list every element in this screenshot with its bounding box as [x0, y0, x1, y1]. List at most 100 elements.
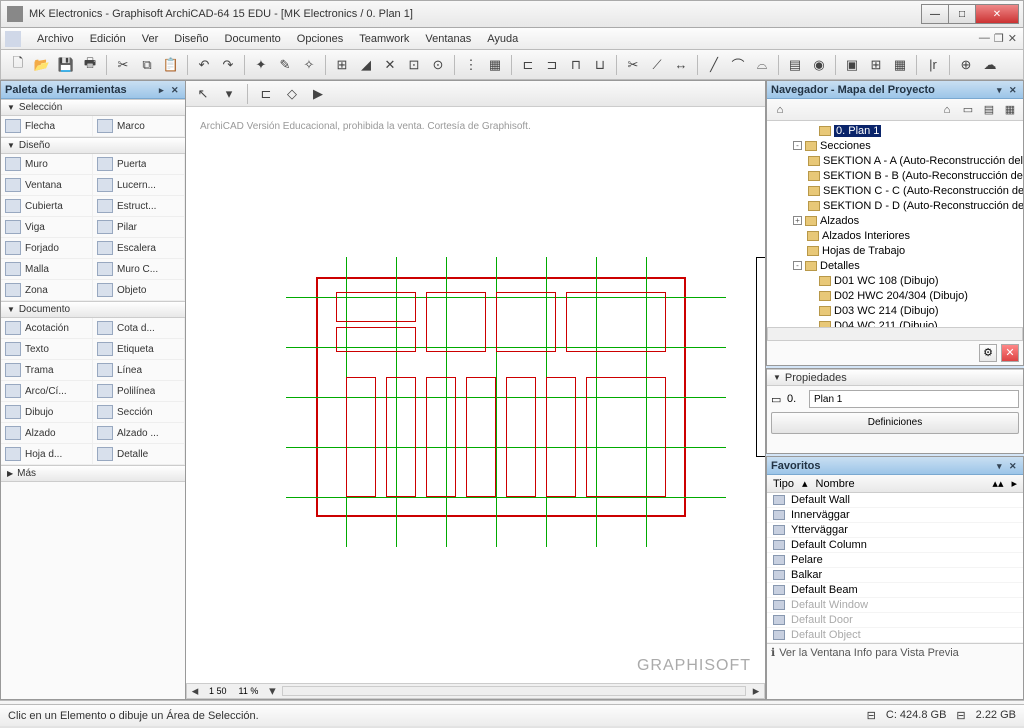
tool-text[interactable]: Texto	[1, 339, 93, 360]
favorites-list[interactable]: Default WallInnerväggarYtterväggarDefaul…	[767, 493, 1023, 643]
tool-object[interactable]: Objeto	[93, 280, 185, 301]
undo-icon[interactable]: ↶	[193, 54, 215, 76]
snap1-icon[interactable]: ⊞	[331, 54, 353, 76]
view1-icon[interactable]: ▣	[841, 54, 863, 76]
layer-icon[interactable]: ▤	[784, 54, 806, 76]
tool-door[interactable]: Puerta	[93, 154, 185, 175]
snap5-icon[interactable]: ⊙	[427, 54, 449, 76]
tree-expand-icon[interactable]: -	[793, 141, 802, 150]
navigator-tree[interactable]: 0. Plan 1-SeccionesSEKTION A - A (Auto-R…	[767, 121, 1023, 327]
tree-item[interactable]: 0. Plan 1	[769, 123, 1021, 138]
fav-close-icon[interactable]: ✕	[1009, 461, 1019, 471]
menu-archivo[interactable]: Archivo	[29, 33, 82, 45]
favorite-item[interactable]: Default Wall	[767, 493, 1023, 508]
menu-documento[interactable]: Documento	[217, 33, 289, 45]
tool-roof[interactable]: Cubierta	[1, 196, 93, 217]
tree-item[interactable]: SEKTION B - B (Auto-Reconstrucción del	[769, 168, 1021, 183]
tool-detail[interactable]: Detalle	[93, 444, 185, 465]
favorite-item[interactable]: Balkar	[767, 568, 1023, 583]
minimize-button[interactable]: —	[921, 4, 949, 24]
menu-opciones[interactable]: Opciones	[289, 33, 351, 45]
tree-expand-icon[interactable]: +	[793, 216, 802, 225]
tool-label[interactable]: Etiqueta	[93, 339, 185, 360]
trim-icon[interactable]: ✂	[622, 54, 644, 76]
menu-diseno[interactable]: Diseño	[166, 33, 216, 45]
nav-opts-icon[interactable]: ▾	[997, 85, 1007, 95]
fav-col-tipo[interactable]: Tipo	[773, 478, 794, 490]
tree-item[interactable]: D01 WC 108 (Dibujo)	[769, 273, 1021, 288]
ct-poly-icon[interactable]: ◇	[281, 83, 303, 105]
tool-drawing[interactable]: Dibujo	[1, 402, 93, 423]
tool-elevation[interactable]: Alzado	[1, 423, 93, 444]
measure-icon[interactable]: |r	[922, 54, 944, 76]
favorite-item[interactable]: Default Object	[767, 628, 1023, 643]
toolbox-section-documento[interactable]: ▼Documento	[1, 301, 185, 318]
menu-teamwork[interactable]: Teamwork	[351, 33, 417, 45]
render-icon[interactable]: ◉	[808, 54, 830, 76]
tree-item[interactable]: SEKTION C - C (Auto-Reconstrucción del	[769, 183, 1021, 198]
favorite-item[interactable]: Default Column	[767, 538, 1023, 553]
redo-icon[interactable]: ↷	[217, 54, 239, 76]
menu-ver[interactable]: Ver	[134, 33, 167, 45]
save-icon[interactable]: 💾	[55, 54, 77, 76]
view2-icon[interactable]: ⊞	[865, 54, 887, 76]
ruler-icon[interactable]: ▦	[484, 54, 506, 76]
print-icon[interactable]: 🖶	[79, 54, 101, 76]
tool-stair[interactable]: Escalera	[93, 238, 185, 259]
favorite-item[interactable]: Default Door	[767, 613, 1023, 628]
tree-item[interactable]: D04 WC 211 (Dibujo)	[769, 318, 1021, 327]
tool-worksheet[interactable]: Hoja d...	[1, 444, 93, 465]
adjust-icon[interactable]: ↔	[670, 54, 692, 76]
snap2-icon[interactable]: ◢	[355, 54, 377, 76]
nav-tab2-icon[interactable]: ▭	[959, 101, 977, 119]
nav-tab3-icon[interactable]: ▤	[980, 101, 998, 119]
paste-icon[interactable]: 📋	[160, 54, 182, 76]
props-name-input[interactable]	[809, 390, 1019, 408]
tool-arrow[interactable]: Flecha	[1, 116, 93, 137]
close-button[interactable]: ✕	[975, 4, 1019, 24]
menu-edicion[interactable]: Edición	[82, 33, 134, 45]
nav-settings-icon[interactable]: ⚙	[979, 344, 997, 362]
favorite-item[interactable]: Pelare	[767, 553, 1023, 568]
toolbox-close-icon[interactable]: ✕	[171, 85, 181, 95]
tool-level[interactable]: Cota d...	[93, 318, 185, 339]
nav-tab4-icon[interactable]: ▦	[1001, 101, 1019, 119]
doc-restore-icon[interactable]: ❐	[994, 32, 1004, 45]
favorite-item[interactable]: Default Window	[767, 598, 1023, 613]
align4-icon[interactable]: ⊔	[589, 54, 611, 76]
menu-ventanas[interactable]: Ventanas	[417, 33, 479, 45]
tool-dim[interactable]: Acotación	[1, 318, 93, 339]
nav-tab1-icon[interactable]: ⌂	[938, 101, 956, 119]
fav-col-nombre[interactable]: Nombre	[816, 478, 855, 490]
scroll-right-icon[interactable]: ▸	[748, 684, 764, 698]
definitions-button[interactable]: Definiciones	[771, 412, 1019, 434]
tool-shell[interactable]: Estruct...	[93, 196, 185, 217]
toolbox-section-selección[interactable]: ▼Selección	[1, 99, 185, 116]
maximize-button[interactable]: □	[948, 4, 976, 24]
tree-item[interactable]: -Detalles	[769, 258, 1021, 273]
tree-item[interactable]: +Alzados	[769, 213, 1021, 228]
properties-header[interactable]: ▼Propiedades	[767, 369, 1023, 386]
zoom-dropdown-icon[interactable]: ▾	[264, 684, 280, 698]
canvas-hscroll[interactable]: ◂ 1 50 11 % ▾ ▸	[186, 683, 765, 699]
tool-int-elevation[interactable]: Alzado ...	[93, 423, 185, 444]
line3-icon[interactable]: ⌓	[751, 54, 773, 76]
tool-window[interactable]: Ventana	[1, 175, 93, 196]
tool-skylight[interactable]: Lucern...	[93, 175, 185, 196]
tree-item[interactable]: SEKTION D - D (Auto-Reconstrucción del	[769, 198, 1021, 213]
open-icon[interactable]: 📂	[31, 54, 53, 76]
tool-beam[interactable]: Viga	[1, 217, 93, 238]
copy-icon[interactable]: ⧉	[136, 54, 158, 76]
scroll-left-icon[interactable]: ◂	[187, 684, 203, 698]
tool-section[interactable]: Sección	[93, 402, 185, 423]
tool-polyline[interactable]: Polilínea	[93, 381, 185, 402]
tree-item[interactable]: -Secciones	[769, 138, 1021, 153]
line2-icon[interactable]: ⌒	[727, 54, 749, 76]
tool-mesh[interactable]: Malla	[1, 259, 93, 280]
tool-curtain[interactable]: Muro C...	[93, 259, 185, 280]
toolbox-opts-icon[interactable]: ▸	[159, 85, 169, 95]
grid-icon[interactable]: ⋮	[460, 54, 482, 76]
tree-item[interactable]: Hojas de Trabajo	[769, 243, 1021, 258]
ct-cursor-icon[interactable]: ▶	[307, 83, 329, 105]
nav-close-icon[interactable]: ✕	[1009, 85, 1019, 95]
